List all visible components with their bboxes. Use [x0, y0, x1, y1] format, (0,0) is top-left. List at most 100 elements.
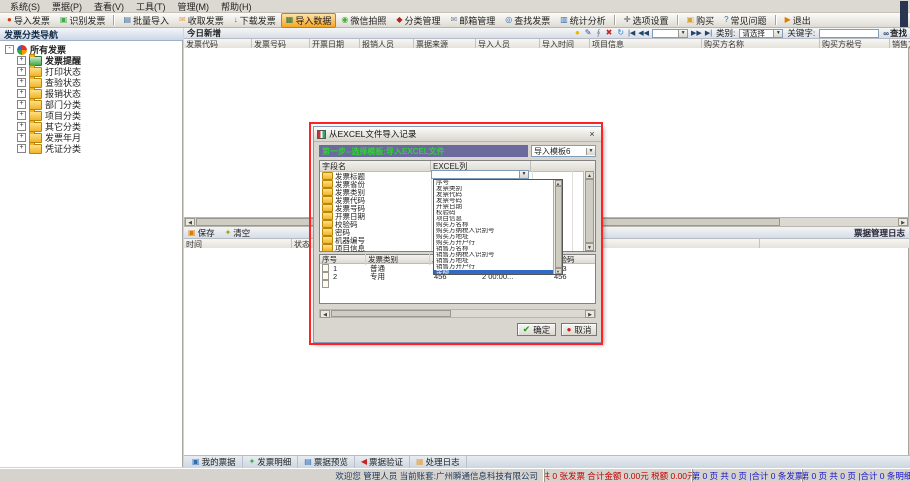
toolbar-button[interactable]: ●导入发票 [2, 13, 55, 28]
menu-item[interactable]: 帮助(H) [215, 0, 258, 13]
column-header[interactable]: 项目信息 [590, 39, 702, 48]
column-header[interactable]: 购买方税号 [820, 39, 890, 48]
preview-horizontal-scrollbar[interactable]: ◀ ▶ [319, 309, 596, 318]
next-page-button[interactable]: ▶▶ [691, 29, 702, 37]
expand-icon[interactable]: + [17, 133, 26, 142]
menu-item[interactable]: 查看(V) [88, 0, 130, 13]
tree-item[interactable]: +发票提醒 [0, 55, 182, 66]
chevron-down-icon[interactable]: ▼ [678, 30, 687, 37]
toolbar-button[interactable]: ✛选项设置 [619, 13, 674, 28]
refresh-icon[interactable]: ↻ [617, 29, 624, 37]
cancel-button[interactable]: ●取消 [561, 323, 597, 336]
toolbar-button[interactable]: ▥统计分析 [555, 13, 611, 28]
close-icon[interactable]: × [586, 129, 598, 140]
toolbar-button[interactable]: ▦导入数据 [281, 13, 337, 28]
menu-item[interactable]: 票据(P) [46, 0, 88, 13]
chevron-down-icon[interactable]: ▼ [586, 148, 595, 155]
toolbar-button[interactable]: ✉邮箱管理 [446, 13, 501, 28]
toolbar-button[interactable]: ◆分类管理 [391, 13, 445, 28]
expand-icon[interactable]: + [17, 122, 26, 131]
bottom-tab[interactable]: ✦发票明细 [243, 456, 299, 468]
toolbar-button[interactable]: ↓下载发票 [229, 13, 281, 28]
column-header[interactable]: 开票日期 [310, 39, 360, 48]
page-select-combo[interactable]: ▼ [652, 29, 688, 38]
toolbar-button[interactable]: ▶退出 [780, 13, 816, 28]
scroll-down-icon[interactable]: ▼ [555, 268, 562, 274]
toolbar-button[interactable]: ◉微信拍照 [336, 13, 391, 28]
tree-item[interactable]: +打印状态 [0, 66, 182, 77]
last-page-button[interactable]: ▶| [705, 29, 712, 37]
keyword-input[interactable] [819, 29, 879, 38]
column-header[interactable]: 报销人员 [360, 39, 414, 48]
toolbar-button[interactable]: ▣购买 [682, 13, 720, 28]
tree-item-label: 凭证分类 [45, 142, 81, 155]
expand-icon[interactable]: + [17, 67, 26, 76]
menu-item[interactable]: 管理(M) [172, 0, 216, 13]
column-header[interactable]: 销售方名称 [890, 39, 910, 48]
scrollbar-thumb[interactable] [331, 310, 451, 317]
tree-item[interactable]: +发票年月 [0, 132, 182, 143]
tree-item[interactable]: +部门分类 [0, 99, 182, 110]
scrollbar-thumb[interactable] [555, 186, 562, 268]
import-template-combo[interactable]: 导入模板6 ▼ [531, 145, 596, 157]
menu-item[interactable]: 系统(S) [4, 0, 46, 13]
attach-icon[interactable]: ∮ [596, 29, 600, 37]
tree-item[interactable]: +查验状态 [0, 77, 182, 88]
ok-button[interactable]: ✔确定 [517, 323, 556, 336]
column-header[interactable]: 票据来源 [414, 39, 476, 48]
expand-icon[interactable]: + [17, 100, 26, 109]
first-page-button[interactable]: |◀ [628, 29, 635, 37]
save-button[interactable]: ▣保存 [188, 227, 215, 239]
add-record-icon[interactable]: ● [575, 29, 580, 37]
bottom-tab[interactable]: ▤票据预览 [298, 456, 355, 468]
scroll-left-icon[interactable]: ◀ [320, 310, 330, 318]
expand-icon[interactable]: + [17, 78, 26, 87]
tree-item[interactable]: +其它分类 [0, 121, 182, 132]
scrollbar-thumb[interactable] [585, 179, 594, 243]
expand-icon[interactable]: + [17, 89, 26, 98]
column-header[interactable]: 导入时间 [540, 39, 590, 48]
collapse-icon[interactable]: - [5, 45, 14, 54]
tree-item[interactable]: +项目分类 [0, 110, 182, 121]
scroll-right-icon[interactable]: ▶ [585, 310, 595, 318]
scroll-up-icon[interactable]: ▲ [585, 171, 594, 179]
prev-page-button[interactable]: ◀◀ [638, 29, 649, 37]
scroll-down-icon[interactable]: ▼ [585, 243, 594, 251]
bottom-tab[interactable]: ◀票据验证 [355, 456, 410, 468]
toolbar-button[interactable]: ▣识别发票 [55, 13, 111, 28]
mapping-vertical-scrollbar[interactable]: ▲ ▼ [583, 171, 595, 251]
scroll-right-icon[interactable]: ▶ [898, 218, 908, 226]
preview-row-empty[interactable] [320, 280, 595, 288]
tree-item[interactable]: + 凭证分类 [0, 143, 182, 154]
column-header[interactable]: 导入人员 [476, 39, 540, 48]
delete-record-icon[interactable]: ✖ [606, 29, 613, 37]
tree-item[interactable]: +报销状态 [0, 88, 182, 99]
chevron-down-icon[interactable]: ▼ [519, 171, 528, 178]
clear-button[interactable]: ✦清空 [225, 227, 251, 239]
chevron-down-icon[interactable]: ▼ [773, 30, 782, 37]
scroll-left-icon[interactable]: ◀ [185, 218, 195, 226]
log-column-time[interactable]: 时间 [184, 239, 292, 248]
toolbar-button[interactable]: ▤批量导入 [118, 13, 174, 28]
dialog-title-bar[interactable]: 从EXCEL文件导入记录 × [314, 127, 601, 142]
category-combo[interactable]: 请选择▼ [739, 29, 783, 38]
bottom-tab[interactable]: ▦处理日志 [410, 456, 467, 468]
expand-icon[interactable]: + [17, 144, 26, 153]
column-header[interactable]: 购买方名称 [702, 39, 820, 48]
toolbar-button[interactable]: ◎查找发票 [500, 13, 555, 28]
expand-icon[interactable]: + [17, 56, 26, 65]
edit-record-icon[interactable]: ✎ [585, 29, 592, 37]
toolbar-button[interactable]: ?常见问题 [719, 13, 771, 28]
column-header[interactable]: 发票代码 [184, 39, 252, 48]
dropdown-scrollbar[interactable]: ▲ ▼ [553, 180, 562, 274]
bottom-tab[interactable]: ▣我的票据 [186, 456, 243, 468]
excel-column-combo[interactable]: ▼ [431, 170, 529, 179]
sidebar-title: 发票分类导航 [0, 28, 183, 41]
expand-icon[interactable]: + [17, 111, 26, 120]
column-header[interactable]: 发票号码 [252, 39, 310, 48]
tree-root-all-invoices[interactable]: - 所有发票 [0, 44, 182, 55]
menu-item[interactable]: 工具(T) [130, 0, 172, 13]
search-button[interactable]: ∞查找 [883, 27, 907, 39]
toolbar-button[interactable]: ✉收取发票 [174, 13, 229, 28]
dropdown-option[interactable]: 金额 [434, 270, 562, 275]
